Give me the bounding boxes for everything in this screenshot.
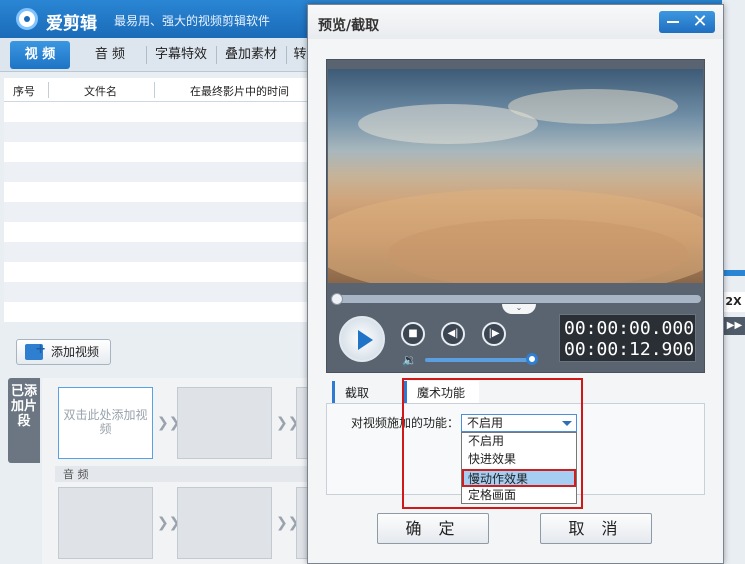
column-divider (48, 82, 49, 98)
volume-slider[interactable] (425, 358, 531, 362)
video-player: ⌄ ■ ◀| |▶ 🔉 00:00:00.000 00:00:12.900 (326, 59, 705, 373)
added-clips-tab[interactable]: 已添加片段 (8, 378, 40, 463)
fast-forward-icon[interactable]: ▶▶ (724, 317, 745, 335)
table-row[interactable] (4, 242, 310, 262)
time-display: 00:00:00.000 00:00:12.900 (559, 314, 696, 362)
audio-clip-slot[interactable] (58, 487, 153, 559)
play-button[interactable] (339, 316, 385, 362)
stop-button[interactable]: ■ (401, 322, 425, 346)
volume-icon[interactable]: 🔉 (402, 353, 417, 367)
main-tabbar: 视 频 音 频 字幕特效 叠加素材 转 (0, 38, 310, 72)
column-header-time[interactable]: 在最终影片中的时间 (190, 83, 289, 99)
chevron-down-icon[interactable]: ⌄ (502, 304, 536, 314)
column-header-filename[interactable]: 文件名 (84, 83, 117, 99)
close-icon[interactable]: ✕ (690, 11, 710, 33)
column-divider (154, 82, 155, 98)
cancel-button[interactable]: 取 消 (540, 513, 652, 544)
current-time: 00:00:00.000 (564, 318, 695, 339)
window-buttons: ✕ (659, 11, 715, 33)
dialog-titlebar[interactable]: 预览/截取 ✕ (308, 5, 723, 39)
column-header-index[interactable]: 序号 (13, 83, 35, 99)
video-preview[interactable] (328, 69, 703, 283)
tab-subtitle-effects[interactable]: 字幕特效 (150, 41, 212, 69)
audio-section-label: 音 频 (55, 466, 310, 482)
tab-video[interactable]: 视 频 (10, 41, 70, 69)
annotation-highlight-box (402, 378, 583, 509)
cloud-shape (508, 89, 678, 124)
tab-divider (286, 46, 287, 64)
table-row[interactable] (4, 302, 310, 322)
right-panel-edge (722, 0, 745, 564)
tab-audio[interactable]: 音 频 (80, 41, 140, 69)
audio-clip-slot[interactable] (177, 487, 272, 559)
table-row[interactable] (4, 142, 310, 162)
clip-table-header: 序号 文件名 在最终影片中的时间 (4, 78, 310, 102)
add-video-button[interactable]: 添加视频 (16, 338, 111, 365)
app-name: 爱剪辑 (46, 14, 97, 34)
next-frame-button[interactable]: |▶ (482, 322, 506, 346)
tab-divider (216, 46, 217, 64)
previous-frame-button[interactable]: ◀| (441, 322, 465, 346)
dialog-title: 预览/截取 (318, 18, 380, 34)
cloud-shape (388, 219, 688, 283)
clip-slot[interactable] (177, 387, 272, 459)
app-slogan: 最易用、强大的视频剪辑软件 (114, 14, 271, 28)
table-row[interactable] (4, 122, 310, 142)
tab-divider (146, 46, 147, 64)
table-row[interactable] (4, 202, 310, 222)
add-clip-slot[interactable]: 双击此处添加视频 (58, 387, 153, 459)
seek-handle[interactable] (331, 293, 343, 305)
right-panel-accent (722, 270, 745, 276)
table-row[interactable] (4, 182, 310, 202)
seek-bar[interactable] (331, 293, 701, 305)
app-logo-icon (16, 8, 38, 30)
table-row[interactable] (4, 102, 310, 122)
table-row[interactable] (4, 222, 310, 242)
minimize-icon[interactable] (667, 21, 679, 23)
clip-table-body (4, 102, 310, 328)
total-time: 00:00:12.900 (564, 339, 695, 360)
add-film-icon (25, 338, 46, 362)
table-row[interactable] (4, 162, 310, 182)
volume-knob[interactable] (526, 353, 538, 365)
add-video-label: 添加视频 (51, 345, 100, 359)
tab-overlay-materials[interactable]: 叠加素材 (220, 41, 282, 69)
table-row[interactable] (4, 262, 310, 282)
table-row[interactable] (4, 282, 310, 302)
speed-2x-button[interactable]: 2X (722, 292, 745, 312)
ok-button[interactable]: 确 定 (377, 513, 489, 544)
tab-trim[interactable]: 截取 (332, 381, 397, 405)
